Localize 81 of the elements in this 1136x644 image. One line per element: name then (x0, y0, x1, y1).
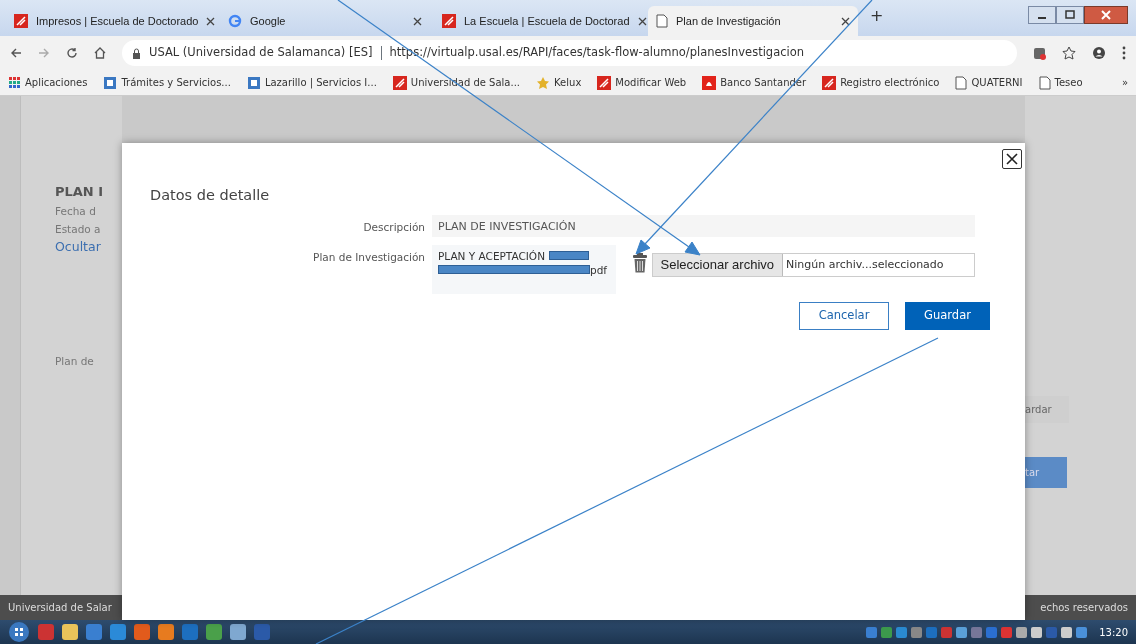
page-icon (656, 14, 668, 28)
maximize-icon[interactable] (1056, 6, 1084, 24)
section-heading: PLAN I (55, 183, 105, 201)
file-name-text: PLAN Y ACEPTACIÓN (438, 248, 545, 263)
save-button[interactable]: Guardar (905, 301, 990, 330)
logo-icon (822, 75, 837, 90)
tray-icon[interactable] (1061, 626, 1073, 638)
new-tab-button[interactable]: + (870, 4, 884, 28)
logo-icon (392, 75, 407, 90)
bookmark-link[interactable]: Teseo (1038, 75, 1083, 90)
reload-icon[interactable] (66, 47, 78, 59)
close-button[interactable] (1002, 149, 1022, 169)
close-icon[interactable] (413, 16, 422, 26)
detail-text: Fecha d (55, 203, 97, 219)
field-label: Descripción (362, 219, 425, 235)
section-label: Plan de (55, 354, 95, 370)
bookmarks-overflow-button[interactable]: » (1121, 75, 1128, 90)
minimize-icon[interactable] (1028, 6, 1056, 24)
square-icon (246, 75, 261, 90)
file-status-text: Ningún archiv...seleccionado (785, 256, 945, 273)
logo-icon (14, 14, 28, 28)
logo-icon (442, 14, 456, 28)
bookmark-link[interactable]: Lazarillo | Servicios I... (246, 75, 377, 90)
bookmark-link[interactable]: Registro electrónico (822, 75, 940, 90)
star-icon (536, 75, 551, 90)
forward-arrow-icon[interactable] (38, 47, 50, 59)
close-icon[interactable] (841, 16, 850, 26)
page-icon (955, 75, 968, 90)
start-orb-icon[interactable] (8, 621, 30, 643)
tray-icon[interactable] (896, 626, 908, 638)
choose-file-button[interactable]: Seleccionar archivo (652, 253, 783, 276)
browser-tab[interactable]: Plan de Investigación (648, 6, 858, 36)
bookmark-link[interactable]: QUATERNI (955, 75, 1023, 90)
footer-text: Universidad de Salar (8, 601, 112, 615)
apps-grid-icon (8, 76, 21, 89)
page-icon (1038, 75, 1051, 90)
close-icon[interactable] (1084, 6, 1128, 24)
lock-icon (132, 47, 141, 59)
app-icon[interactable] (230, 624, 246, 640)
detail-text: Estado a (55, 221, 102, 237)
dialog-title: Datos de detalle (150, 186, 271, 205)
back-arrow-icon[interactable] (10, 47, 22, 59)
bookmark-link[interactable]: Trámites y Servicios... (103, 75, 231, 90)
flame-icon (702, 75, 717, 90)
redaction-bar (549, 251, 589, 261)
browser-tab[interactable]: Google (220, 6, 430, 36)
home-icon[interactable] (94, 47, 106, 59)
description-field[interactable]: PLAN DE INVESTIGACIÓN (432, 214, 975, 237)
star-outline-icon[interactable] (1062, 46, 1076, 60)
browser-tab[interactable]: Impresos | Escuela de Doctorado (6, 6, 216, 36)
file-attachment[interactable]: PLAN Y ACEPTACIÓN pdf (432, 244, 616, 294)
tray-icon[interactable] (956, 626, 968, 638)
bookmark-link[interactable]: Kelux (536, 75, 582, 90)
tray-icon[interactable] (1016, 626, 1028, 638)
file-input[interactable]: Seleccionar archivo Ningún archiv...seleccionado (651, 252, 975, 277)
bookmark-link[interactable]: Modificar Web (597, 75, 687, 90)
field-label: Plan de Investigación (312, 249, 425, 265)
close-icon[interactable] (206, 16, 216, 26)
square-icon (103, 75, 118, 90)
ring-logo-icon (228, 14, 242, 28)
app-icon[interactable] (158, 624, 174, 640)
clock-text: 13:20 (1099, 625, 1128, 640)
browser-tab[interactable]: La Escuela | Escuela de Doctorad (434, 6, 644, 36)
more-menu-icon[interactable] (1122, 46, 1126, 60)
cancel-button[interactable]: Cancelar (799, 301, 889, 330)
bookmark-link[interactable]: Aplicaciones (8, 75, 88, 90)
app-icon[interactable] (62, 624, 78, 640)
logo-icon (597, 75, 612, 90)
site-info: USAL (Universidad de Salamanca) [ES] (149, 44, 373, 62)
page-button[interactable]: ardar (1025, 396, 1069, 423)
trash-icon[interactable] (631, 252, 648, 273)
tray-icon[interactable] (1031, 626, 1043, 638)
file-extension-text: pdf (590, 262, 608, 277)
close-icon[interactable] (637, 16, 647, 26)
account-icon[interactable] (1092, 46, 1106, 60)
hide-link[interactable]: Ocultar (55, 237, 122, 257)
extension-icon[interactable] (1033, 46, 1046, 60)
footer-text: echos reservados (1040, 601, 1128, 615)
tray-icon[interactable] (1076, 626, 1088, 638)
tray-icon[interactable] (881, 626, 893, 638)
tray-icon[interactable] (911, 626, 923, 638)
